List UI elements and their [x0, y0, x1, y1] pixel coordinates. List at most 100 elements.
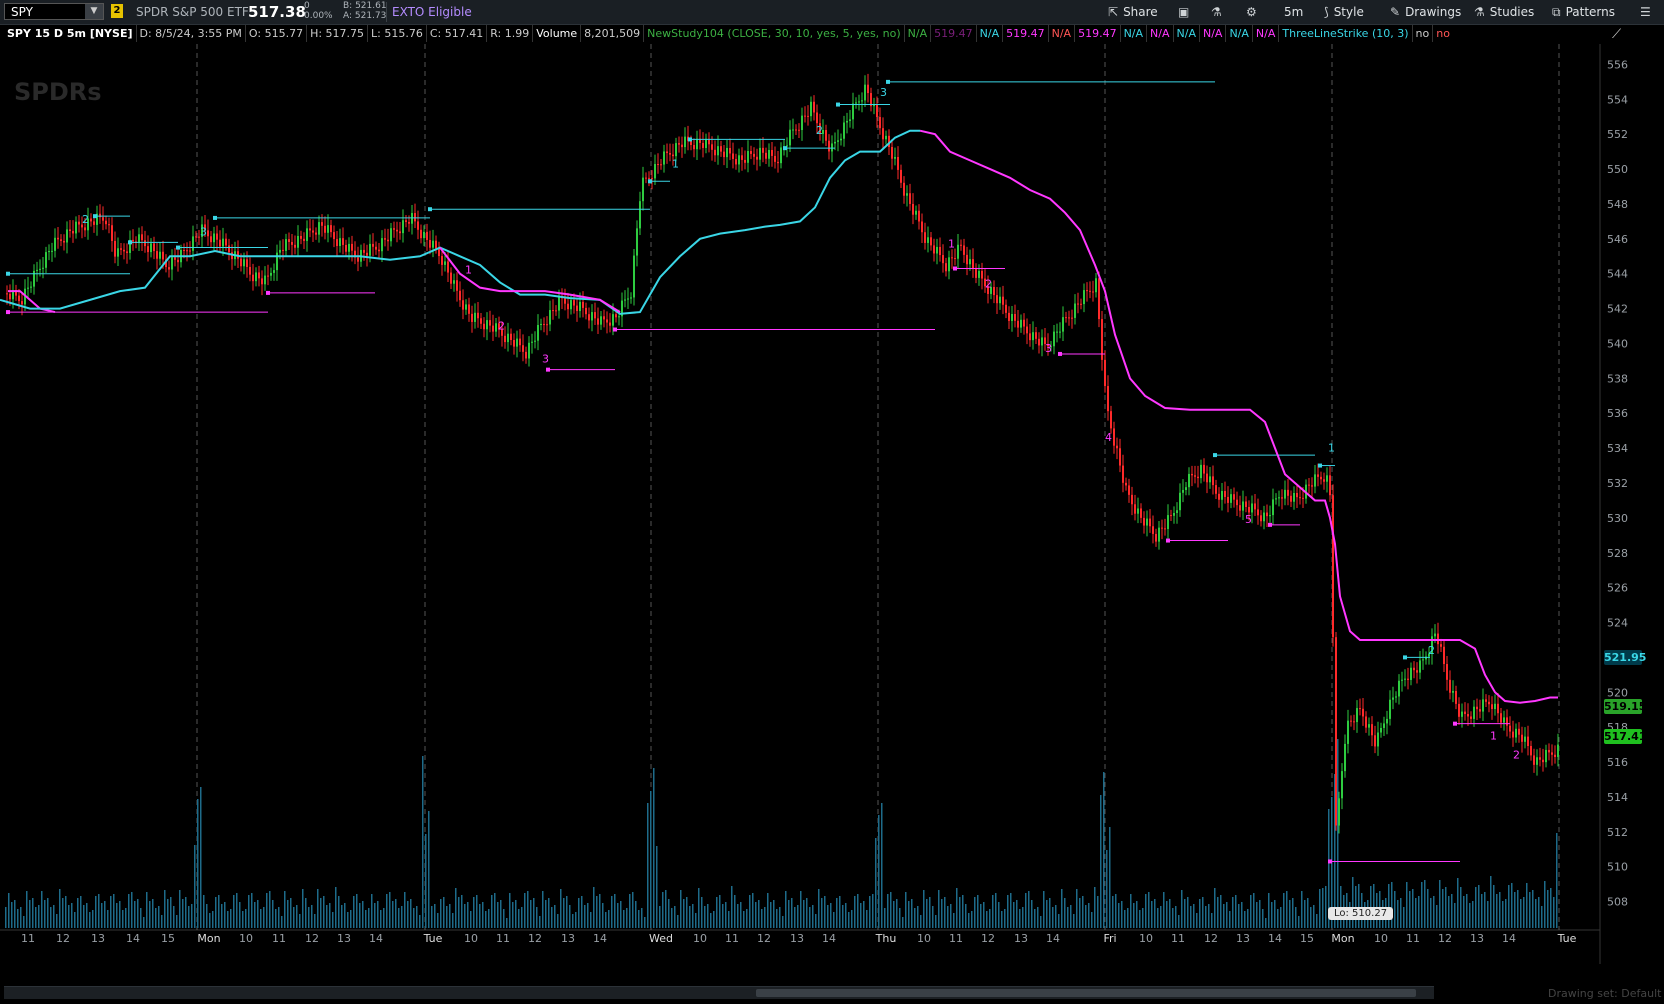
layout-button[interactable]: ▣: [1178, 4, 1194, 20]
price-marker-box: 521.95: [1604, 650, 1647, 666]
volume-bar: [110, 896, 112, 928]
candle-body: [585, 307, 587, 315]
time-scrollbar[interactable]: [4, 986, 1434, 999]
candle-body: [1113, 428, 1115, 446]
candle-body: [507, 333, 509, 343]
volume-bar: [1526, 883, 1528, 928]
x-tick-label: 14: [822, 932, 836, 945]
volume-bar: [869, 896, 871, 928]
candle-body: [810, 101, 812, 117]
volume-bar: [848, 912, 850, 928]
drawings-button[interactable]: ✎ Drawings: [1390, 4, 1461, 20]
candle-body: [1299, 497, 1301, 499]
candle-body: [1536, 757, 1538, 765]
candle-body: [48, 251, 50, 253]
volume-bar: [1388, 884, 1390, 928]
candle-body: [1167, 515, 1169, 530]
studies-button[interactable]: ⚗ Studies: [1474, 4, 1534, 20]
pattern-count-label: 3: [542, 353, 549, 366]
volume-bar: [1154, 899, 1156, 928]
volume-bar: [569, 905, 571, 928]
candle-body: [1521, 734, 1523, 742]
style-button[interactable]: ⟆ Style: [1324, 4, 1364, 20]
volume-bar: [620, 901, 622, 928]
volume-bar: [1244, 911, 1246, 928]
volume-bar: [719, 895, 721, 928]
volume-bar: [962, 895, 964, 928]
volume-bar: [572, 914, 574, 928]
candle-body: [111, 225, 113, 241]
menu-button[interactable]: ☰: [1640, 4, 1656, 20]
bid-ask-block: B: 521.61 A: 521.73: [343, 1, 387, 21]
chevron-down-icon[interactable]: ▼: [85, 4, 103, 19]
candle-body: [78, 221, 80, 225]
volume-bar: [1523, 897, 1525, 928]
link-badge[interactable]: 2: [111, 4, 123, 18]
candle-body: [348, 243, 350, 252]
volume-bar: [434, 904, 436, 928]
candle-body: [189, 250, 191, 252]
volume-bar: [677, 915, 679, 928]
settings-button[interactable]: ⚙: [1246, 4, 1262, 20]
y-tick-label: 554: [1607, 93, 1628, 106]
candle-body: [1272, 499, 1274, 516]
volume-bar: [1322, 888, 1324, 928]
volume-bar: [395, 899, 397, 928]
volume-bar: [1016, 900, 1018, 928]
candle-body: [315, 232, 317, 235]
y-tick-label: 532: [1607, 477, 1628, 490]
study-values: N/A 519.47 N/A 519.47 N/A 519.47 N/A N/A N/A N/A N…: [903, 25, 1279, 42]
volume-bar: [1181, 890, 1183, 928]
timeframe-button[interactable]: 5m: [1284, 4, 1303, 20]
volume-bar: [731, 886, 733, 928]
volume-bar: [800, 891, 802, 928]
candle-body: [1209, 476, 1211, 483]
patterns-button[interactable]: ⧉ Patterns: [1552, 4, 1615, 20]
volume-bar: [1472, 901, 1474, 928]
candle-body: [1065, 317, 1067, 319]
volume-bar: [1070, 905, 1072, 928]
volume-bar: [710, 913, 712, 928]
volume-bar: [833, 912, 835, 928]
candle-body: [693, 145, 695, 150]
candle-body: [834, 141, 836, 144]
volume-bar: [308, 907, 310, 928]
pattern-icon: ⧉: [1552, 5, 1561, 19]
candle-body: [174, 257, 176, 260]
price-chart[interactable]: SPDRs50851051251451651852052252452652853…: [0, 44, 1664, 986]
study2-label[interactable]: ThreeLineStrike (10, 3): [1278, 25, 1411, 42]
crosshair-tool-icon[interactable]: ⟋: [1612, 27, 1621, 42]
symbol-input[interactable]: SPY ▼: [4, 3, 104, 20]
candle-body: [1275, 498, 1277, 500]
menu-icon: ☰: [1640, 5, 1651, 19]
volume-bar: [194, 845, 196, 928]
bar-close: C: 517.41: [425, 25, 486, 42]
candle-body: [393, 228, 395, 230]
x-tick-label: 12: [981, 932, 995, 945]
candle-body: [483, 323, 485, 330]
candle-body: [1392, 697, 1394, 700]
volume-bar: [8, 893, 10, 928]
candle-body: [321, 222, 323, 226]
pattern-count-label: 5: [1245, 513, 1252, 526]
flask-button[interactable]: ⚗: [1211, 4, 1227, 20]
candle-body: [1158, 527, 1160, 542]
flask-icon: ⚗: [1474, 5, 1485, 19]
level-marker: [886, 79, 890, 84]
candle-body: [651, 178, 653, 180]
candle-body: [975, 268, 977, 278]
scrollbar-thumb[interactable]: [756, 989, 1416, 997]
candle-body: [1503, 717, 1505, 723]
candle-body: [1410, 667, 1412, 680]
exto-eligible-label[interactable]: EXTO Eligible: [392, 5, 472, 19]
volume-bar: [512, 902, 514, 928]
volume-bar: [1463, 896, 1465, 928]
volume-bar: [1205, 906, 1207, 928]
share-button[interactable]: ⇱ Share: [1108, 4, 1158, 20]
study1-label[interactable]: NewStudy104 (CLOSE, 30, 10, yes, 5, yes,…: [643, 25, 904, 42]
candle-body: [1341, 771, 1343, 799]
volume-bar: [251, 893, 253, 928]
chart-title[interactable]: SPY 15 D 5m [NYSE]: [4, 25, 136, 42]
net-change: 0: [304, 1, 310, 11]
volume-bar: [509, 893, 511, 928]
